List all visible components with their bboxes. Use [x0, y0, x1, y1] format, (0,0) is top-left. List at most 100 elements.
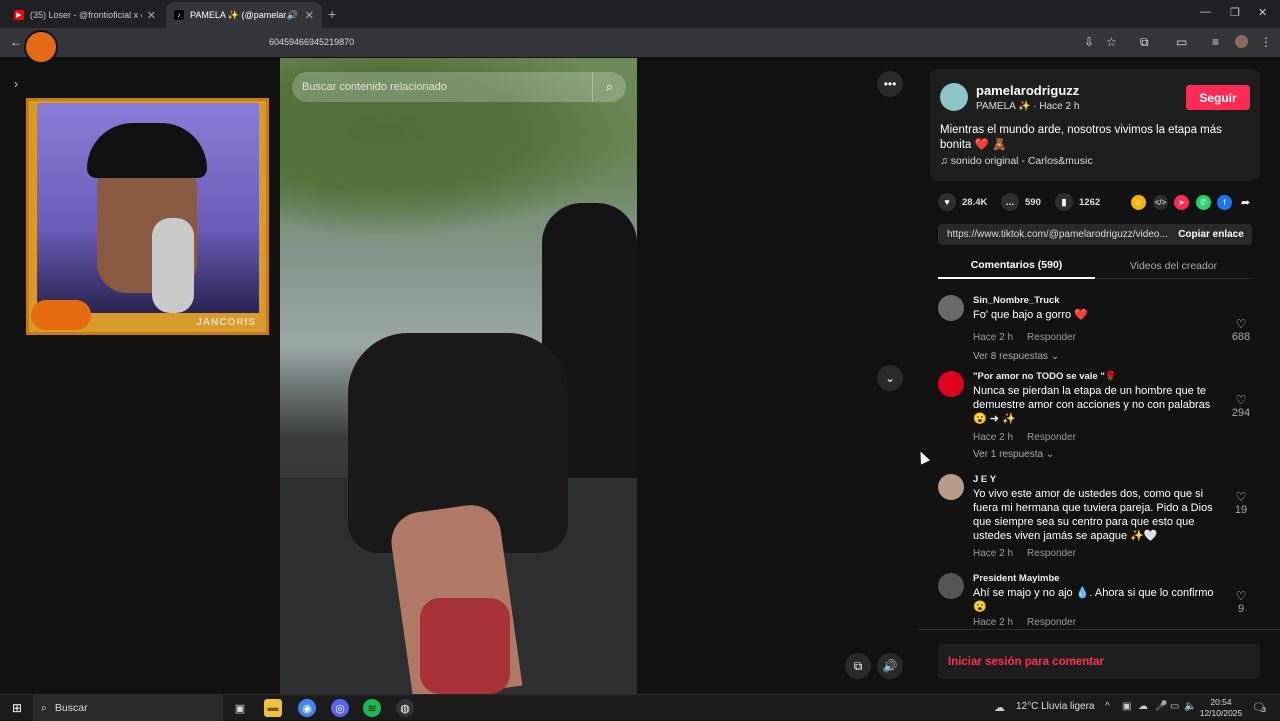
onedrive-icon[interactable]: ☁ [1138, 701, 1148, 712]
heart-icon: ♡ [1235, 393, 1247, 407]
login-to-comment-button[interactable]: Iniciar sesión para comentar [938, 644, 1260, 679]
new-tab-button[interactable]: + [328, 6, 336, 22]
menu-dots-icon[interactable]: ⋮ [1260, 35, 1272, 49]
tab-creator-videos[interactable]: Videos del creador [1095, 253, 1252, 279]
comment-like[interactable]: ♡ 688 [1226, 317, 1256, 343]
commenter-username[interactable]: Sin_Nombre_Truck [973, 295, 1060, 306]
pumpkin-decoration [31, 300, 91, 330]
tray-app-icon[interactable]: ▣ [1122, 701, 1131, 712]
comment-meta: Hace 2 h Responder [973, 332, 1076, 343]
install-app-icon[interactable]: ⇩ [1084, 35, 1094, 49]
comment-like-count: 9 [1237, 603, 1245, 615]
commenter-avatar[interactable] [938, 371, 964, 397]
bookmark-star-icon[interactable]: ☆ [1106, 35, 1117, 49]
like-count: 28.4K [962, 196, 988, 208]
notification-count: 3 [1262, 707, 1266, 714]
speaker-icon[interactable]: 🔊 [287, 10, 298, 21]
streamer-name: JANCORIS [196, 317, 256, 328]
floating-player-icon[interactable]: ⧉ [845, 653, 871, 679]
video-details-panel: pamelarodriguzz PAMELA ✨ · Hace 2 h Segu… [918, 57, 1280, 694]
extensions-icon[interactable]: ⧉ [1140, 35, 1149, 50]
embed-icon[interactable]: </> [1153, 195, 1168, 210]
streamer-webcam-overlay: JANCORIS [26, 98, 269, 335]
obs-icon[interactable]: ◍ [396, 699, 414, 717]
comment-item: "Por amor no TODO se vale "🌹 Nunca se pi… [938, 371, 1268, 467]
commenter-username[interactable]: President Mayimbe [973, 573, 1060, 584]
creator-avatar[interactable] [940, 83, 968, 111]
system-clock[interactable]: 20:54 12/10/2025 [1196, 697, 1246, 719]
bookmark-icon: ▮ [1055, 193, 1073, 211]
profile-avatar[interactable] [1235, 35, 1248, 48]
cast-icon[interactable]: ▭ [1176, 35, 1187, 49]
microphone-icon[interactable]: 🎤 [1155, 701, 1167, 712]
view-replies-link[interactable]: Ver 8 respuestas ⌄ [973, 351, 1059, 362]
search-icon[interactable]: ⌕ [592, 72, 626, 102]
browser-tab-youtube[interactable]: ▶ (35) Loser - @frontioficial x @h ✕ [6, 2, 164, 28]
network-icon[interactable]: ▭ [1170, 701, 1179, 712]
commenter-avatar[interactable] [938, 474, 964, 500]
commenter-username[interactable]: J E Y [973, 474, 996, 485]
volume-icon[interactable]: 🔊 [877, 653, 903, 679]
whatsapp-icon[interactable]: ✆ [1196, 195, 1211, 210]
creator-card: pamelarodriguzz PAMELA ✨ · Hace 2 h Segu… [930, 69, 1260, 181]
view-replies-link[interactable]: Ver 1 respuesta ⌄ [973, 449, 1054, 460]
chrome-icon[interactable]: ◉ [298, 699, 316, 717]
close-window-icon[interactable]: ✕ [1258, 6, 1267, 19]
reading-list-icon[interactable]: ≡ [1212, 35, 1219, 49]
volume-icon[interactable]: 🔈 [1184, 701, 1196, 712]
microphone [152, 218, 194, 313]
comment-action[interactable]: … 590 [1001, 193, 1041, 211]
follow-button[interactable]: Seguir [1186, 85, 1250, 110]
clock-time: 20:54 [1210, 697, 1232, 707]
commenter-avatar[interactable] [938, 295, 964, 321]
close-tab-icon[interactable]: ✕ [147, 9, 156, 22]
comment-count: 590 [1025, 196, 1041, 208]
save-action[interactable]: ▮ 1262 [1055, 193, 1100, 211]
commenter-avatar[interactable] [938, 573, 964, 599]
comment-time: Hace 2 h [973, 432, 1014, 443]
chevron-down-icon[interactable]: ⌄ [877, 365, 903, 391]
video-player[interactable] [280, 58, 637, 694]
panel-tabs: Comentarios (590) Videos del creador [938, 253, 1252, 279]
windows-taskbar: ⊞ ⌕ Buscar ▣ ▬ ◉ ◎ ≋ ◍ ☁ 12°C Lluvia lig… [0, 694, 1280, 721]
facebook-icon[interactable]: f [1217, 195, 1232, 210]
reply-button[interactable]: Responder [1027, 332, 1076, 343]
comment-meta: Hace 2 h Responder [973, 617, 1076, 628]
discord-icon[interactable]: ◎ [331, 699, 349, 717]
creator-username[interactable]: pamelarodriguzz [976, 83, 1079, 98]
minimize-icon[interactable]: — [1200, 6, 1211, 18]
task-view-icon[interactable]: ▣ [231, 699, 249, 717]
send-icon[interactable]: ➤ [1174, 195, 1189, 210]
tab-comments[interactable]: Comentarios (590) [938, 253, 1095, 279]
weather-text[interactable]: 12°C Lluvia ligera [1016, 701, 1095, 712]
video-link-text: https://www.tiktok.com/@pamelarodriguzz/… [947, 229, 1167, 240]
comment-text: Fo' que bajo a gorro ❤️ [973, 309, 1088, 321]
share-friends-icon[interactable]: ☺ [1131, 195, 1146, 210]
restore-icon[interactable]: ❐ [1230, 6, 1240, 19]
windows-start-icon[interactable]: ⊞ [8, 699, 26, 717]
address-bar-url[interactable]: 604594669452198​70 [269, 37, 354, 47]
reply-button[interactable]: Responder [1027, 617, 1076, 628]
close-tab-icon[interactable]: ✕ [305, 9, 314, 22]
commenter-username[interactable]: "Por amor no TODO se vale "🌹 [973, 371, 1117, 382]
related-search-input[interactable]: Buscar contenido relacionado ⌕ [292, 72, 626, 102]
browser-tab-tiktok[interactable]: ♪ PAMELA ✨ (@pamelarodriguzz) 🔊 ✕ [166, 2, 322, 28]
copy-link-button[interactable]: Copiar enlace [1170, 224, 1252, 245]
sound-link[interactable]: ♫ sonido original - Carlos&music [940, 155, 1093, 167]
like-action[interactable]: ♥ 28.4K [938, 193, 987, 211]
file-explorer-icon[interactable]: ▬ [264, 699, 282, 717]
share-arrow-icon[interactable]: ➦ [1238, 195, 1253, 210]
chevron-up-icon[interactable]: ^ [1105, 701, 1110, 712]
comment-like[interactable]: ♡ 19 [1226, 490, 1256, 516]
comment-like[interactable]: ♡ 9 [1226, 589, 1256, 615]
chevron-right-icon[interactable]: › [14, 77, 18, 91]
reply-button[interactable]: Responder [1027, 432, 1076, 443]
comment-icon: … [1001, 193, 1019, 211]
comment-like[interactable]: ♡ 294 [1226, 393, 1256, 419]
reply-button[interactable]: Responder [1027, 548, 1076, 559]
spotify-icon[interactable]: ≋ [363, 699, 381, 717]
back-icon[interactable]: ← [10, 35, 22, 49]
more-options-icon[interactable]: ••• [877, 71, 903, 97]
taskbar-search[interactable]: ⌕ Buscar [33, 695, 223, 721]
taskbar-search-label: Buscar [54, 702, 88, 714]
